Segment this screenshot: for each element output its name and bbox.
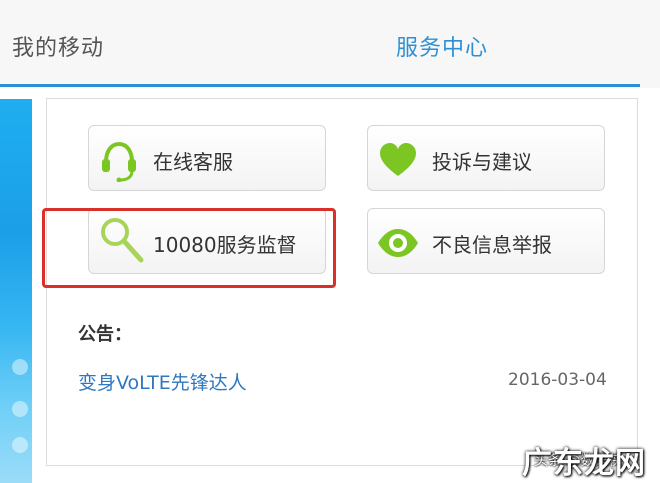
banner-dot [12,437,28,453]
online-support-label: 在线客服 [153,150,233,174]
report-harmful-info-button[interactable]: 不良信息举报 [367,208,605,274]
side-banner [0,99,32,483]
notice-link[interactable]: 变身VoLTE先锋达人 [78,368,247,395]
complaint-suggestion-button[interactable]: 投诉与建议 [367,125,605,191]
banner-dot [12,401,28,417]
complaint-suggestion-label: 投诉与建议 [432,150,532,174]
tab-service-center[interactable]: 服务中心 [396,30,488,62]
watermark-logo: 广东龙网 [522,446,646,481]
active-tab-indicator [0,84,640,87]
eye-icon [376,221,420,265]
headset-icon [97,138,141,183]
notice-title: 公告： [78,324,132,345]
top-tab-bar: 我的移动 服务中心 [0,0,660,88]
banner-dot [12,359,28,375]
online-support-button[interactable]: 在线客服 [88,125,326,191]
tab-my-mobile[interactable]: 我的移动 [12,30,104,62]
notice-date: 2016-03-04 [508,370,607,390]
highlight-annotation [42,208,336,288]
report-harmful-info-label: 不良信息举报 [432,233,552,257]
heart-icon [376,138,420,182]
